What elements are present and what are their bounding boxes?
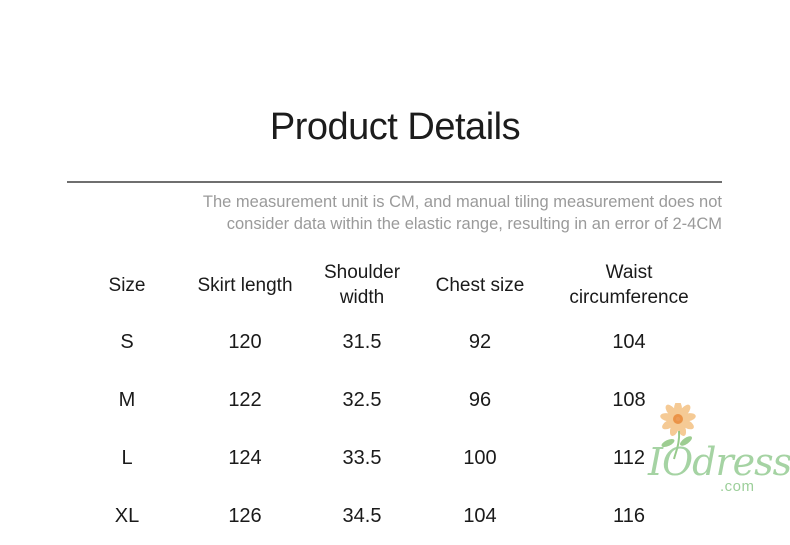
header-shoulder-width: Shoulder width <box>324 260 400 310</box>
header-chest-size: Chest size <box>435 275 525 296</box>
cell-size: M <box>118 389 136 411</box>
measurement-note-line-2: consider data within the elastic range, … <box>226 215 722 233</box>
header-size: Size <box>108 275 146 296</box>
cell-waist: 108 <box>612 389 646 411</box>
cell-skirt-length: 124 <box>228 447 262 469</box>
watermark-brand: IOdress <box>648 440 790 484</box>
measurement-note-line-1: The measurement unit is CM, and manual t… <box>202 193 722 211</box>
cell-size: L <box>121 447 133 469</box>
cell-skirt-length: 126 <box>228 505 262 527</box>
page-title: Product Details <box>269 106 521 148</box>
cell-chest-size: 92 <box>468 331 492 353</box>
header-waist-line-2: circumference <box>569 287 689 308</box>
cell-shoulder-width: 31.5 <box>342 331 382 353</box>
cell-skirt-length: 122 <box>228 389 262 411</box>
cell-waist: 116 <box>613 505 645 527</box>
cell-size: S <box>120 331 134 353</box>
cell-size: XL <box>114 505 140 527</box>
cell-chest-size: 96 <box>468 389 492 411</box>
header-shoulder-line-2: width <box>339 287 385 308</box>
cell-shoulder-width: 34.5 <box>342 505 382 527</box>
header-waist: Waist circumference <box>569 260 688 310</box>
cell-chest-size: 100 <box>463 447 497 469</box>
cell-shoulder-width: 33.5 <box>342 447 382 469</box>
cell-skirt-length: 120 <box>228 331 262 353</box>
header-waist-line-1: Waist <box>605 262 653 283</box>
cell-chest-size: 104 <box>463 505 497 527</box>
measurement-note: The measurement unit is CM, and manual t… <box>122 191 722 235</box>
watermark-domain: .com <box>720 478 755 495</box>
cell-waist: 104 <box>612 331 646 353</box>
cell-shoulder-width: 32.5 <box>342 389 382 411</box>
header-skirt-length: Skirt length <box>197 275 293 296</box>
header-shoulder-line-1: Shoulder <box>323 262 401 283</box>
cell-waist: 112 <box>613 447 645 469</box>
divider <box>67 181 722 183</box>
